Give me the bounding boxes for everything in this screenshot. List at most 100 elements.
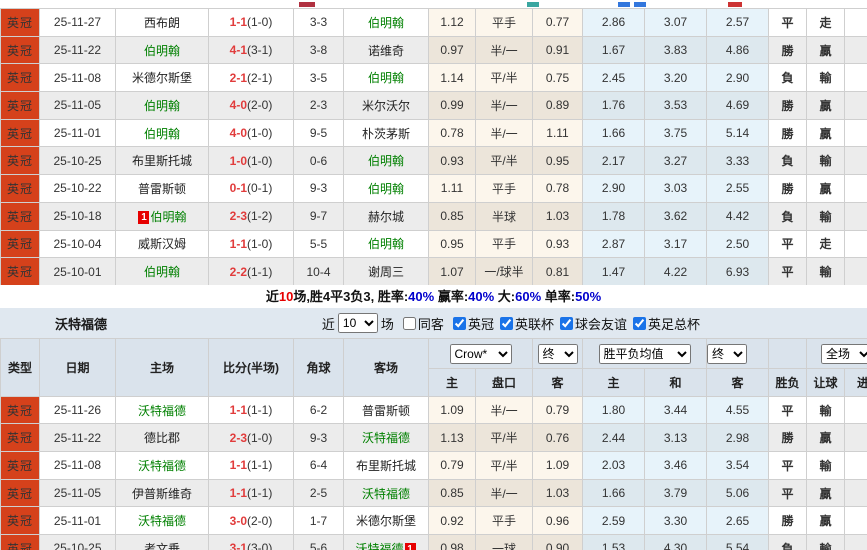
- team-name: 沃特福德: [361, 431, 410, 446]
- eu-home-odds: 1.78: [582, 201, 645, 231]
- match-row: 英冠 25-11-08 米德尔斯堡 2-1(2-1) 3-5 伯明翰 1.14 平/半 0.75…: [0, 63, 867, 93]
- fulltime-score: 4-1: [229, 43, 247, 58]
- league-filter-checkbox[interactable]: [499, 316, 513, 330]
- tail-cell: [844, 506, 867, 536]
- fulltime-score: 1-1: [229, 236, 247, 251]
- result-cell: 勝: [768, 506, 807, 536]
- eu-draw-odds: 3.79: [644, 478, 707, 508]
- fulltime-score: 3-1: [229, 541, 247, 550]
- same-away-label: 同客: [417, 316, 444, 332]
- league-badge: 英冠: [0, 118, 40, 148]
- halftime-score: (1-2): [247, 209, 273, 224]
- eu-home-odds: 2.44: [582, 423, 645, 453]
- ah-away-odds: 0.96: [532, 506, 583, 536]
- tail-cell: [844, 451, 867, 480]
- eu-stage-select[interactable]: 终: [707, 343, 747, 364]
- league-filter-label: 英冠: [467, 316, 494, 332]
- halftime-score: (1-0): [247, 236, 273, 251]
- match-row: 英冠 25-11-08 沃特福德 1-1(1-1) 6-4 布里斯托城 0.79 平/半 1.0…: [0, 451, 867, 480]
- col-header-date: 日期: [39, 338, 116, 397]
- away-team-cell: 米德尔斯堡: [343, 506, 429, 536]
- clipped-content-fragment: [618, 2, 630, 7]
- col-header-score: 比分(半场): [208, 338, 294, 397]
- league-badge: 英冠: [0, 174, 40, 203]
- clipped-content-fragment: [728, 2, 742, 7]
- col-header-handicap: 让球: [806, 368, 845, 397]
- score-cell: 3-1(3-0): [208, 534, 294, 550]
- eu-away-odds: 5.14: [706, 118, 769, 148]
- league-badge: 英冠: [0, 8, 40, 37]
- handicap-result-cell: 輸: [806, 534, 845, 550]
- filter-controls: 近 10 场 同客 英冠 英联杯 球会友谊 英足总杯: [322, 313, 700, 333]
- ah-away-odds: 0.78: [532, 174, 583, 203]
- away-team-cell: 普雷斯顿: [343, 395, 429, 425]
- league-filter-checkbox[interactable]: [452, 316, 466, 330]
- corners-cell: 0-6: [293, 146, 344, 176]
- summary-segment: 场,胜4平3负3, 胜率:: [293, 289, 409, 304]
- ah-home-odds: 1.09: [428, 395, 476, 425]
- eu-home-odds: 1.53: [582, 534, 645, 550]
- col-header-type: 类型: [0, 338, 40, 397]
- result-cell: 勝: [768, 91, 807, 120]
- ah-line-cell: 半/一: [475, 478, 533, 508]
- team-name: 普雷斯顿: [137, 181, 186, 196]
- same-away-checkbox-label: 同客: [397, 314, 444, 333]
- league-badge: 英冠: [0, 146, 40, 176]
- league-filter-checkbox[interactable]: [559, 316, 573, 330]
- recent-count-select[interactable]: 10: [337, 313, 378, 333]
- ah-line-cell: 半/一: [475, 35, 533, 65]
- match-row: 英冠 25-11-27 西布朗 1-1(1-0) 3-3 伯明翰 1.12 平手 0.77 2.8…: [0, 8, 867, 37]
- eu-draw-odds: 3.13: [644, 423, 707, 453]
- away-team-cell: 伯明翰: [343, 146, 429, 176]
- tail-cell: [844, 534, 867, 550]
- team-name: 沃特福德: [137, 403, 186, 418]
- ah-home-odds: 1.11: [428, 174, 476, 203]
- team-name: 伯明翰: [367, 71, 404, 86]
- scope-select[interactable]: 全场: [821, 343, 867, 364]
- eu-away-odds: 4.55: [706, 395, 769, 425]
- eu-home-odds: 2.45: [582, 63, 645, 93]
- red-card-badge: 1: [404, 542, 416, 550]
- handicap-result-cell: 贏: [806, 174, 845, 203]
- score-cell: 4-0(2-0): [208, 91, 294, 120]
- home-team-cell: 伯明翰: [115, 91, 209, 120]
- tail-cell: [844, 63, 867, 93]
- team-name: 伯明翰: [143, 98, 180, 113]
- bookmaker-select[interactable]: Crow*: [449, 343, 512, 364]
- ah-home-odds: 1.13: [428, 423, 476, 453]
- eu-home-odds: 1.66: [582, 478, 645, 508]
- watford-matches-table: 类型 日期 主场 比分(半场) 角球 客场 Crow* 终 胜平负均值 终 全场…: [0, 338, 867, 550]
- handicap-result-cell: 贏: [806, 478, 845, 508]
- same-away-checkbox[interactable]: [402, 316, 416, 330]
- result-cell: 負: [768, 63, 807, 93]
- eu-home-odds: 2.90: [582, 174, 645, 203]
- clipped-content-fragment: [299, 2, 315, 7]
- date-cell: 25-10-22: [39, 174, 116, 203]
- match-row: 英冠 25-10-22 普雷斯顿 0-1(0-1) 9-3 伯明翰 1.11 平手 0.78 2.…: [0, 174, 867, 203]
- halftime-score: (1-0): [247, 126, 273, 141]
- ah-line-cell: 一球: [475, 534, 533, 550]
- ah-away-odds: 0.79: [532, 395, 583, 425]
- ah-stage-select[interactable]: 终: [537, 343, 578, 364]
- ah-home-odds: 1.07: [428, 257, 476, 285]
- ah-away-odds: 1.11: [532, 118, 583, 148]
- ah-home-odds: 1.14: [428, 63, 476, 93]
- league-filter: 英冠: [447, 314, 494, 333]
- odds-type-select[interactable]: 胜平负均值: [598, 343, 691, 364]
- summary-segment: 单率:: [541, 289, 576, 304]
- team-name: 米德尔斯堡: [355, 514, 416, 529]
- summary-segment: 40%: [408, 289, 435, 304]
- fulltime-score: 2-2: [229, 264, 247, 279]
- corners-cell: 9-7: [293, 201, 344, 231]
- team-name: 伯明翰: [367, 15, 404, 30]
- ah-line-cell: 平/半: [475, 451, 533, 480]
- team-name: 伯明翰: [367, 154, 404, 169]
- ah-home-odds: 0.93: [428, 146, 476, 176]
- score-cell: 1-0(1-0): [208, 146, 294, 176]
- halftime-score: (0-1): [247, 181, 273, 196]
- league-filter-checkbox[interactable]: [632, 316, 646, 330]
- eu-stage-select-cell: 终: [706, 338, 769, 369]
- eu-away-odds: 2.57: [706, 8, 769, 37]
- score-cell: 4-1(3-1): [208, 35, 294, 65]
- bookmaker-select-cell: Crow*: [428, 338, 533, 369]
